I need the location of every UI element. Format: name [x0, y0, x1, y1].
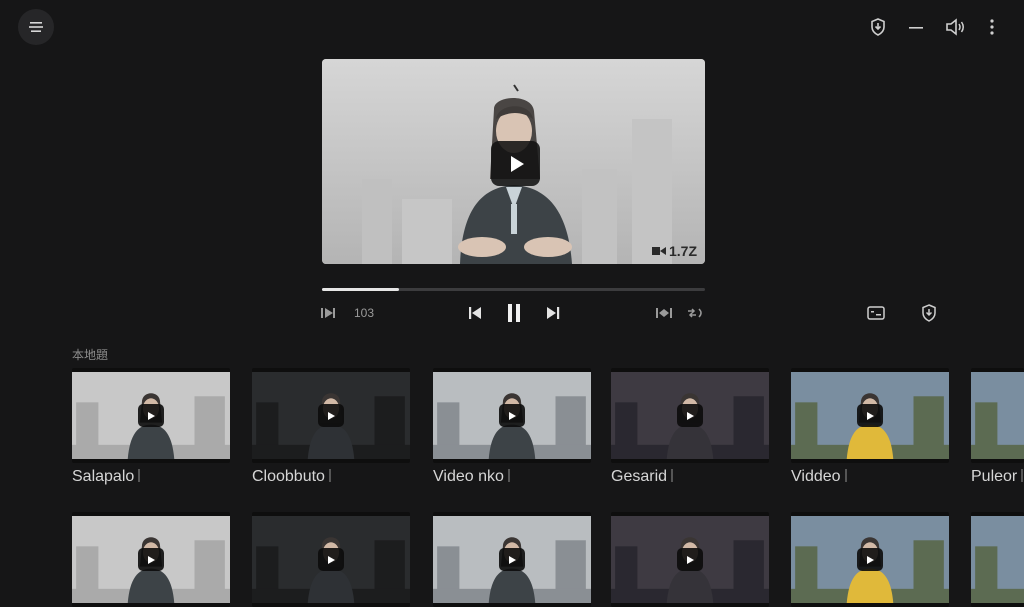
loop-button[interactable]: [654, 303, 674, 323]
video-card-title-text: Cloobbuto: [252, 468, 325, 485]
play-button[interactable]: [138, 548, 164, 571]
subtitles-button[interactable]: [864, 301, 888, 325]
menu-button[interactable]: [18, 9, 54, 45]
chapter-button[interactable]: [318, 303, 338, 323]
volume-button[interactable]: [942, 14, 968, 40]
thumbnail-image: [971, 516, 1024, 603]
play-button[interactable]: [677, 548, 703, 571]
play-icon: [148, 555, 155, 564]
speed-icon: [688, 308, 702, 318]
progress-fill: [322, 288, 399, 291]
video-card-title-text: Video nko: [433, 468, 504, 485]
video-card-title[interactable]: Salapalo: [72, 468, 141, 486]
pause-button[interactable]: [502, 300, 526, 326]
video-card-title[interactable]: Puleor: [971, 468, 1024, 486]
text-cursor: [328, 469, 331, 482]
video-card-title[interactable]: Cloobbuto: [252, 468, 331, 486]
play-button[interactable]: [318, 548, 344, 571]
play-icon: [867, 555, 874, 564]
time-label: 103: [354, 306, 375, 320]
more-options-button[interactable]: [979, 14, 1005, 40]
play-icon: [328, 411, 335, 420]
download-button[interactable]: [917, 301, 941, 325]
video-card[interactable]: [433, 512, 591, 607]
video-card-title-text: Salapalo: [72, 468, 135, 485]
play-button[interactable]: [857, 404, 883, 427]
play-icon: [510, 155, 524, 172]
play-icon: [509, 555, 516, 564]
text-cursor: [671, 469, 674, 482]
text-cursor: [138, 469, 141, 482]
video-card-title-text: Gesarid: [611, 468, 668, 485]
video-card[interactable]: [971, 512, 1024, 607]
camera-icon: [651, 247, 666, 255]
play-icon: [509, 411, 516, 420]
play-button[interactable]: [318, 404, 344, 427]
play-icon: [148, 411, 155, 420]
video-card[interactable]: [791, 512, 949, 607]
play-button[interactable]: [499, 548, 525, 571]
download-shield-icon: [922, 304, 936, 322]
progress-bar[interactable]: [322, 288, 705, 291]
skip-next-icon: [547, 307, 560, 319]
video-card-title[interactable]: Gesarid: [611, 468, 674, 486]
shield-button[interactable]: [865, 14, 891, 40]
play-button[interactable]: [857, 548, 883, 571]
video-card[interactable]: [72, 512, 230, 607]
loop-icon: [656, 308, 672, 318]
video-card[interactable]: [72, 368, 230, 463]
video-card[interactable]: [433, 368, 591, 463]
skip-chapter-icon: [321, 308, 335, 318]
video-card-title[interactable]: Viddeo: [791, 468, 847, 486]
play-button[interactable]: [677, 404, 703, 427]
play-button[interactable]: [491, 141, 540, 186]
next-button[interactable]: [542, 302, 564, 324]
video-card[interactable]: [252, 512, 410, 607]
text-cursor: [844, 469, 847, 482]
thumbnail-image: [971, 372, 1024, 459]
more-vert-icon: [990, 19, 994, 35]
video-card[interactable]: [791, 368, 949, 463]
play-button[interactable]: [499, 404, 525, 427]
duration-badge: 1.7Z: [651, 243, 697, 259]
hamburger-icon: [29, 22, 43, 32]
play-icon: [328, 555, 335, 564]
video-card[interactable]: [252, 368, 410, 463]
video-card[interactable]: [611, 368, 769, 463]
video-player[interactable]: 1.7Z: [322, 59, 705, 264]
video-card[interactable]: [611, 512, 769, 607]
previous-button[interactable]: [464, 302, 486, 324]
duration-text: 1.7Z: [668, 243, 697, 259]
skip-previous-icon: [469, 307, 481, 319]
speed-button[interactable]: [684, 303, 706, 323]
video-card[interactable]: [971, 368, 1024, 463]
subtitles-icon: [867, 306, 885, 320]
text-cursor: [1021, 469, 1024, 482]
minimize-button[interactable]: [903, 14, 929, 40]
shelf-title: 本地題: [72, 348, 109, 362]
text-cursor: [507, 469, 510, 482]
pause-icon: [508, 304, 520, 322]
video-card-title-text: Viddeo: [791, 468, 841, 485]
minimize-icon: [909, 27, 923, 29]
play-button[interactable]: [138, 404, 164, 427]
shield-icon: [871, 18, 885, 36]
volume-icon: [946, 18, 964, 36]
play-icon: [687, 411, 694, 420]
play-icon: [687, 555, 694, 564]
video-card-title-text: Puleor: [971, 468, 1018, 485]
video-card-title[interactable]: Video nko: [433, 468, 510, 486]
play-icon: [867, 411, 874, 420]
